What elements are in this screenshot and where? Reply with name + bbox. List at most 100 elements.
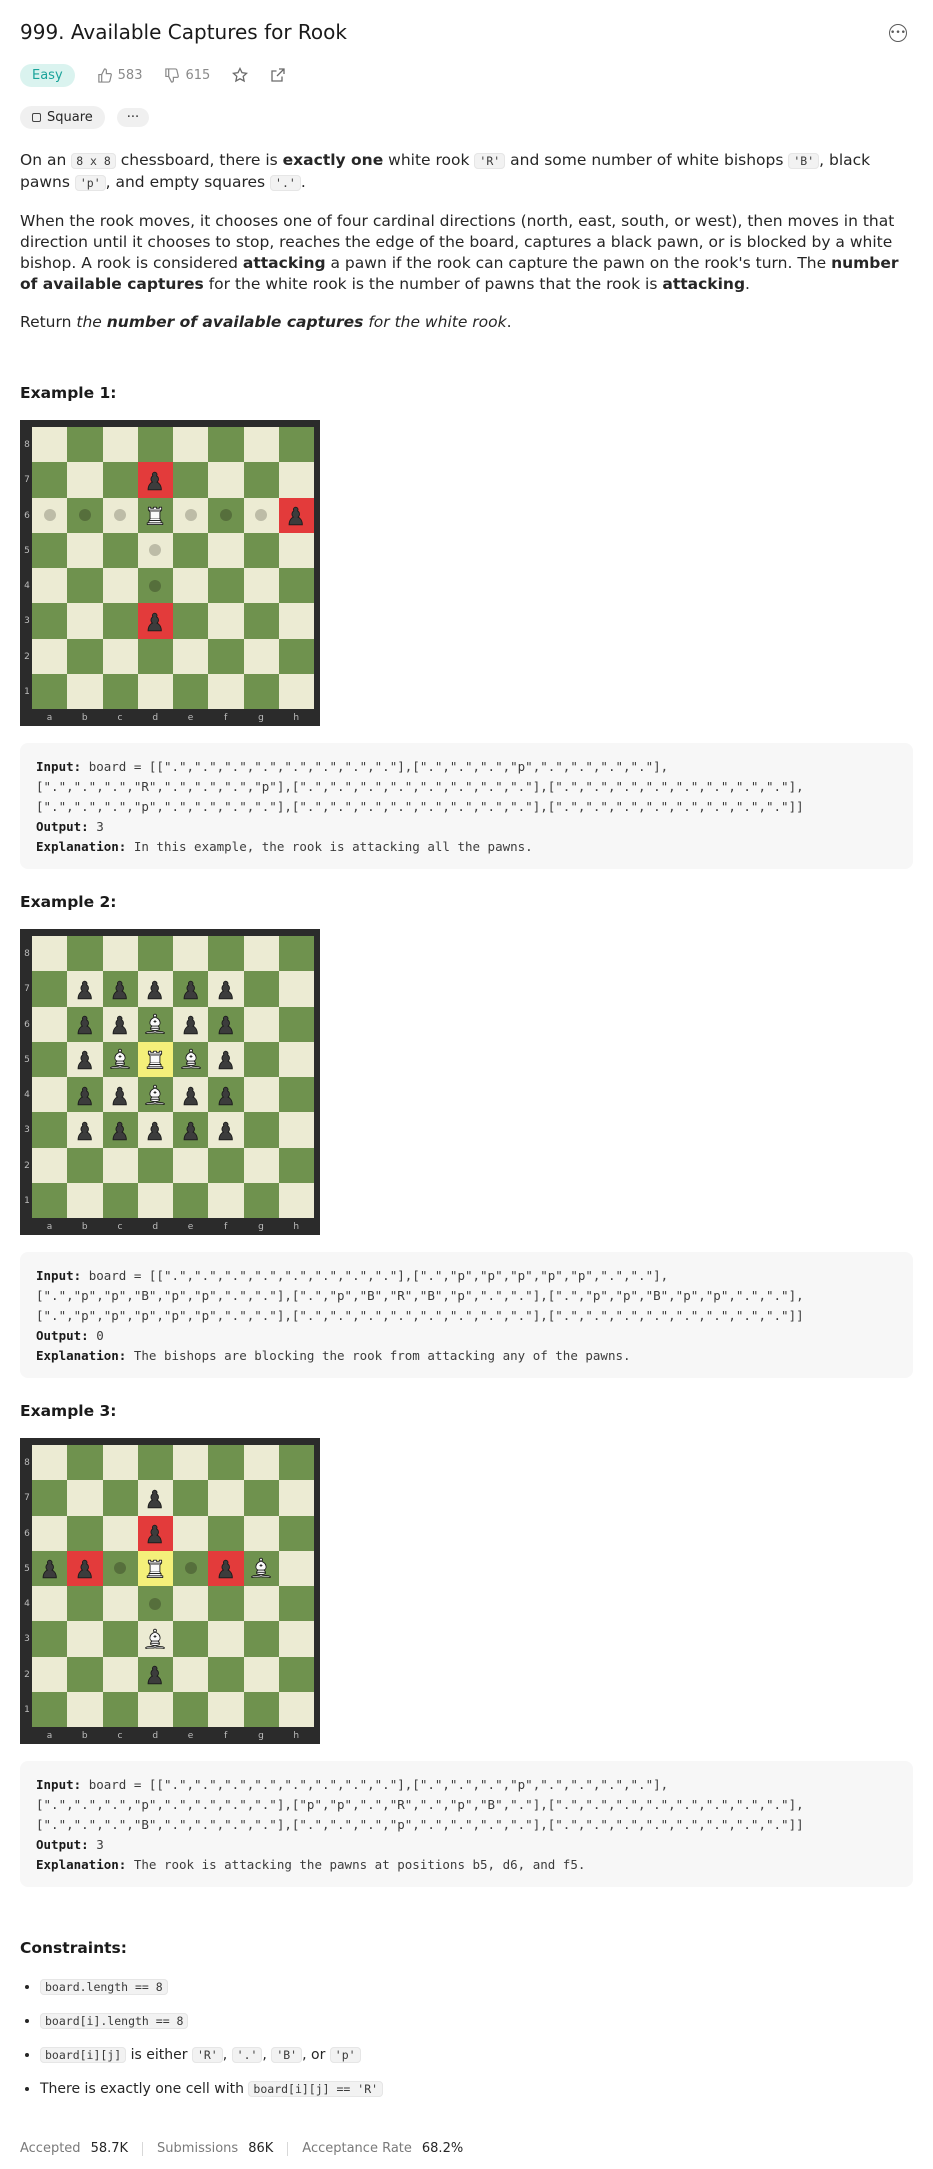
inline-code: board.length == 8 <box>40 1979 168 1995</box>
white-bishop-icon <box>145 1013 166 1034</box>
more-tags-button[interactable]: ··· <box>116 107 150 127</box>
text-run: Return <box>20 313 77 331</box>
rank-label: 1 <box>24 686 30 697</box>
board-square-b3 <box>67 603 103 639</box>
tags-row: Square ··· <box>20 104 913 130</box>
board-square-f1 <box>208 673 244 709</box>
board-square-d4 <box>137 1077 173 1113</box>
board-square-g1 <box>243 1182 279 1218</box>
file-label: d <box>152 1222 159 1232</box>
board-square-c6 <box>102 497 138 533</box>
explanation-line: Explanation: In this example, the rook i… <box>36 837 897 857</box>
tag-square[interactable]: Square <box>20 105 105 129</box>
board-square-g6 <box>243 1006 279 1042</box>
file-label: c <box>117 1731 123 1741</box>
board-square-d5 <box>137 1041 173 1077</box>
inline-code: 'R' <box>191 2047 223 2063</box>
favorite-button[interactable] <box>232 67 249 83</box>
output-line: Output: 0 <box>36 1326 897 1346</box>
white-rook-icon <box>147 1051 164 1070</box>
inline-code: 'R' <box>474 153 506 169</box>
board-square-b1 <box>67 673 103 709</box>
output-line: Output: 3 <box>36 1835 897 1855</box>
board-square-e5 <box>173 1550 209 1586</box>
board-square-h8 <box>278 427 314 463</box>
black-pawn-icon <box>218 1051 233 1070</box>
board-square-d8 <box>137 1445 173 1481</box>
board-square-e3 <box>173 1621 209 1657</box>
board-square-b8 <box>67 1445 103 1481</box>
board-square-c3 <box>102 603 138 639</box>
input-value: [".",".",".","p",".",".",".","."],[".","… <box>36 799 804 814</box>
board-square-g7 <box>243 971 279 1007</box>
like-count: 583 <box>117 67 143 83</box>
accepted-label: Accepted <box>20 2141 81 2156</box>
board-square-b6 <box>67 1006 103 1042</box>
move-dot <box>184 1562 197 1575</box>
board-square-e2 <box>173 1147 209 1183</box>
board-square-a4 <box>32 1077 68 1113</box>
board-square-f1 <box>208 1182 244 1218</box>
inline-code: '.' <box>231 2047 263 2063</box>
black-pawn-icon <box>112 1015 127 1035</box>
explanation-label: Explanation: <box>36 1348 134 1363</box>
input-value: [".",".",".","B",".",".",".","."],[".","… <box>36 1817 804 1832</box>
input-label: Input: <box>36 1268 89 1283</box>
explanation-label: Explanation: <box>36 1857 134 1872</box>
board-square-d3 <box>137 1621 173 1657</box>
board-square-g2 <box>243 1147 279 1183</box>
board-square-g2 <box>243 1656 279 1692</box>
board-square-a6 <box>32 497 68 533</box>
file-label: h <box>293 1731 300 1741</box>
board-square-b2 <box>67 1147 103 1183</box>
board-square-d7 <box>137 971 173 1007</box>
board-square-d2 <box>137 1147 173 1183</box>
example-io-box: Input: board = [[".",".",".",".",".","."… <box>20 743 913 869</box>
board-square-g6 <box>243 1515 279 1551</box>
board-square-a4 <box>32 1586 68 1622</box>
board-square-f6 <box>208 1006 244 1042</box>
dislike-button[interactable]: 615 <box>164 68 210 83</box>
like-button[interactable]: 583 <box>97 67 143 83</box>
explanation-label: Explanation: <box>36 839 134 854</box>
file-label: a <box>46 1222 53 1232</box>
board-square-g5 <box>243 1550 279 1586</box>
text-run: chessboard, there is <box>115 151 283 169</box>
inline-code: 'p' <box>329 2047 361 2063</box>
ellipsis-circle-icon[interactable]: ••• <box>889 24 907 42</box>
page-title: 999. Available Captures for Rook <box>20 20 347 44</box>
thumbs-down-icon <box>165 67 180 83</box>
file-label: f <box>224 1731 228 1741</box>
tag-label: Square <box>47 109 93 125</box>
board-square-d4 <box>137 568 173 604</box>
board-square-d1 <box>137 1691 173 1727</box>
board-square-a6 <box>32 1515 68 1551</box>
board-square-f2 <box>208 1656 244 1692</box>
board-square-e3 <box>173 603 209 639</box>
text-run: . <box>300 173 306 191</box>
board-square-g4 <box>243 568 279 604</box>
board-square-a7 <box>32 462 68 498</box>
board-square-f7 <box>208 462 244 498</box>
share-button[interactable] <box>270 67 286 83</box>
file-label: b <box>81 1222 88 1232</box>
white-bishop-icon <box>251 1558 272 1579</box>
text-run: . <box>745 275 750 293</box>
rank-label: 5 <box>24 545 30 556</box>
board-square-b7 <box>67 1480 103 1516</box>
white-rook-icon <box>147 506 164 526</box>
text-run: , or <box>302 2047 330 2063</box>
black-pawn-icon <box>77 1560 92 1579</box>
black-pawn-icon <box>77 1051 92 1070</box>
explanation-value: In this example, the rook is attacking a… <box>133 839 533 854</box>
file-label: h <box>293 1222 300 1232</box>
example-title: Example 3: <box>20 1402 117 1420</box>
board-square-a5 <box>32 1041 68 1077</box>
file-label: h <box>293 713 300 723</box>
file-label: b <box>81 1731 88 1741</box>
board-square-h7 <box>278 462 314 498</box>
board-square-b8 <box>67 936 103 972</box>
board-square-h7 <box>278 1480 314 1516</box>
board-square-a5 <box>32 1550 68 1586</box>
input-line: [".","p","p","p","p","p",".","."],[".","… <box>36 1306 897 1326</box>
